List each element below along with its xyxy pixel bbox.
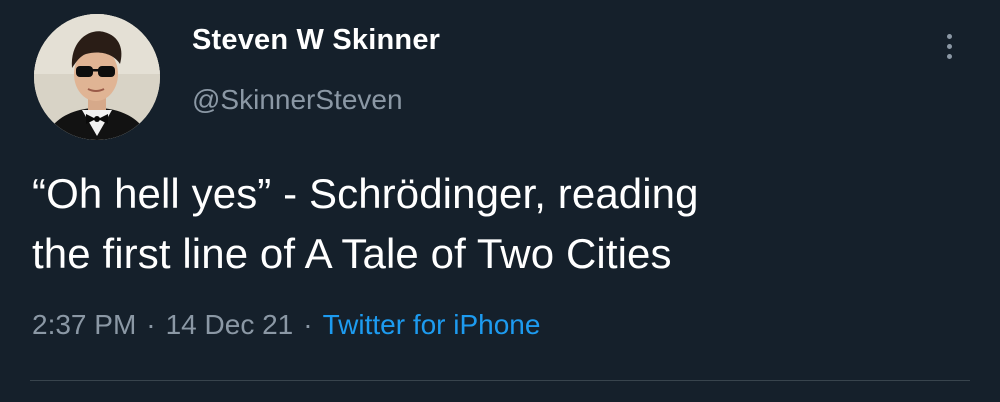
tweet-text: “Oh hell yes” - Schrödinger, reading the… <box>32 164 972 284</box>
more-options-dot <box>946 53 952 59</box>
user-handle[interactable]: @SkinnerSteven <box>192 84 403 116</box>
tweet-card: Steven W Skinner @SkinnerSteven “Oh hell… <box>0 0 1000 402</box>
more-options-dot <box>946 43 952 49</box>
tweet-metadata: 2:37 PM · 14 Dec 21 · Twitter for iPhone <box>32 309 540 341</box>
tweet-text-line: “Oh hell yes” - Schrödinger, reading <box>32 170 699 217</box>
tweet-source-link[interactable]: Twitter for iPhone <box>323 309 541 340</box>
tweet-date[interactable]: 14 Dec 21 <box>166 309 294 340</box>
divider <box>30 380 970 381</box>
separator: · <box>146 309 156 340</box>
avatar[interactable] <box>34 14 160 140</box>
separator: · <box>303 309 313 340</box>
tweet-text-line: the first line of A Tale of Two Cities <box>32 230 672 277</box>
profile-photo-icon <box>34 14 160 140</box>
more-options-icon[interactable] <box>934 26 964 66</box>
tweet-time[interactable]: 2:37 PM <box>32 309 136 340</box>
display-name[interactable]: Steven W Skinner <box>192 24 440 57</box>
more-options-dot <box>946 33 952 39</box>
